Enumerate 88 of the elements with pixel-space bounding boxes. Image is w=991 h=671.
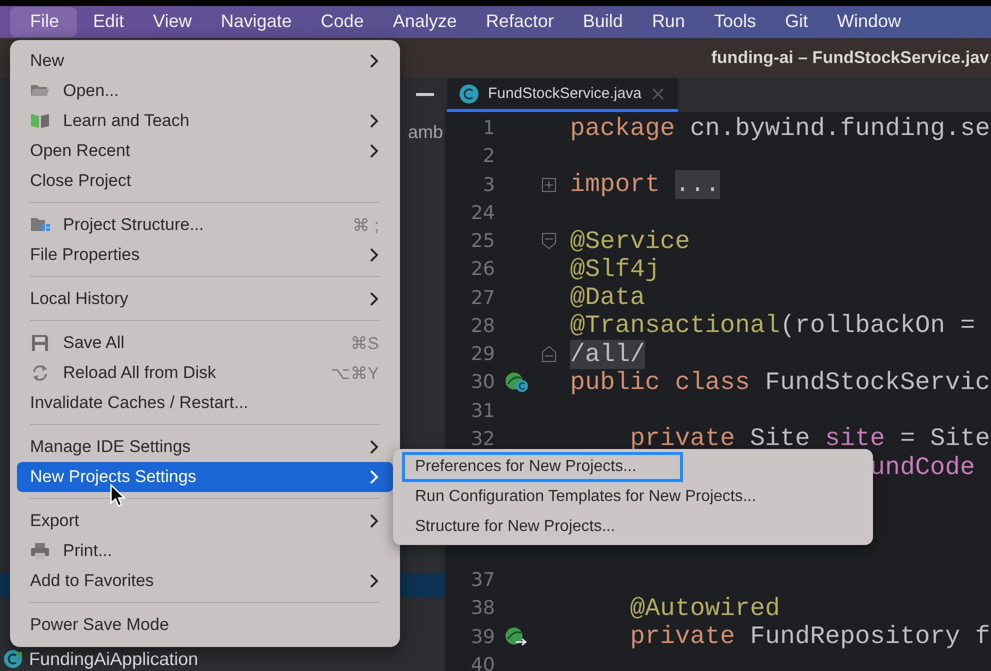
menu-item[interactable]: New Projects Settings (17, 462, 393, 492)
menu-item[interactable]: Navigate (208, 7, 305, 37)
menu-item[interactable]: File Properties (17, 240, 393, 270)
line-number: 29 (470, 343, 495, 366)
code-text: @Slf4j (570, 254, 660, 284)
line-number: 32 (470, 428, 495, 450)
menu-item[interactable]: Run Configuration Templates for New Projects... (402, 482, 804, 512)
menu-item[interactable]: Run (638, 7, 698, 37)
menu-item[interactable]: Open Recent (17, 136, 393, 166)
menu-item[interactable]: Window (824, 7, 914, 37)
shortcut-text: ⌥⌘Y (330, 362, 379, 384)
menu-item[interactable]: Print... (17, 536, 393, 566)
window-title: funding-ai – FundStockService.jav (711, 48, 989, 68)
code-text: /all/ (570, 340, 646, 369)
line-number: 28 (470, 314, 495, 337)
line-number: 25 (470, 230, 495, 252)
code-text: @Autowired (630, 594, 780, 623)
line-number: 1 (482, 117, 495, 140)
menu-item[interactable]: Structure for New Projects... (402, 512, 662, 542)
menu-item[interactable]: Git (772, 7, 822, 37)
code-text: @Service (570, 226, 690, 256)
menu-item[interactable]: Preferences for New Projects... (402, 452, 684, 482)
bean-icon (504, 371, 530, 394)
line-number: 2 (482, 145, 495, 168)
book-icon (30, 111, 50, 131)
line-number: 39 (470, 626, 495, 648)
bean-icon (504, 626, 530, 648)
menu-item[interactable]: Close Project (17, 166, 393, 196)
shortcut-text: ⌘S (350, 332, 379, 354)
menu-item[interactable]: Edit (80, 7, 138, 37)
code-text: import (570, 170, 662, 200)
code-text: @Data (570, 283, 646, 312)
code-text: Site (749, 424, 812, 454)
menu-item[interactable]: Manage IDE Settings (17, 432, 393, 462)
line-number: 3 (482, 174, 495, 196)
menu-item[interactable]: View (140, 7, 205, 37)
collapse-icon (542, 346, 556, 362)
printer-icon (30, 541, 50, 561)
code-text: (rollbackOn = (780, 311, 976, 340)
reload-icon (30, 363, 50, 383)
menu-item[interactable]: Invalidate Caches / Restart... (17, 388, 393, 418)
menu-item[interactable]: Project Structure... ⌘ ; (17, 210, 393, 240)
tree-item[interactable]: amb (408, 122, 443, 142)
line-number: 26 (470, 258, 495, 280)
menu-item[interactable]: Build (570, 7, 636, 37)
menu-item[interactable]: New (17, 46, 393, 76)
code-text: package (570, 114, 676, 143)
code-text: private (630, 424, 736, 454)
line-number: 24 (470, 202, 495, 224)
menu-item[interactable]: Learn and Teach (17, 106, 393, 136)
menu-item[interactable]: Refactor (472, 7, 567, 37)
menu-item[interactable]: Add to Favorites (17, 566, 393, 596)
line-number: 31 (470, 400, 495, 422)
menu-item[interactable]: Code (308, 7, 377, 37)
class-icon (3, 649, 23, 669)
tree-item[interactable]: FundingAiApplication (29, 648, 198, 670)
close-icon (652, 88, 664, 100)
code-text: undCode (870, 452, 976, 482)
line-number: 27 (470, 286, 495, 309)
menu-item[interactable]: Save All ⌘S (17, 328, 393, 358)
code-text: cn.bywind.funding.se (689, 114, 990, 143)
code-text: FundRepository f (749, 622, 990, 652)
menu-item[interactable]: Power Save Mode (17, 610, 393, 640)
mouse-pointer-icon (110, 484, 126, 508)
code-text: private (630, 622, 736, 652)
menu-item[interactable]: Tools (700, 7, 769, 37)
menu-item[interactable]: Export (17, 506, 393, 536)
class-icon (459, 84, 479, 104)
editor-tab[interactable]: FundStockService.java (447, 78, 678, 112)
menu-item[interactable]: Local History (17, 284, 393, 314)
line-number: 40 (470, 654, 495, 671)
line-number: 38 (470, 597, 495, 620)
menu-item[interactable]: Open... (17, 76, 393, 106)
code-text: @Transactional (570, 311, 780, 340)
line-number: 37 (470, 569, 495, 592)
line-number: 30 (470, 371, 495, 394)
shortcut-text: ⌘ ; (352, 214, 379, 236)
menu-item[interactable]: Analyze (380, 7, 470, 37)
code-text: = Site (899, 424, 990, 454)
minimize-icon[interactable] (416, 93, 434, 97)
expand-icon (542, 178, 556, 192)
menu-item[interactable]: File (10, 7, 78, 37)
menu-item[interactable]: Reload All from Disk ⌥⌘Y (17, 358, 393, 388)
code-text: site (825, 424, 886, 454)
collapse-icon (542, 233, 556, 250)
code-text: FundStockServic (764, 368, 990, 397)
code-text: ... (675, 170, 720, 200)
code-text: public class (570, 368, 750, 397)
